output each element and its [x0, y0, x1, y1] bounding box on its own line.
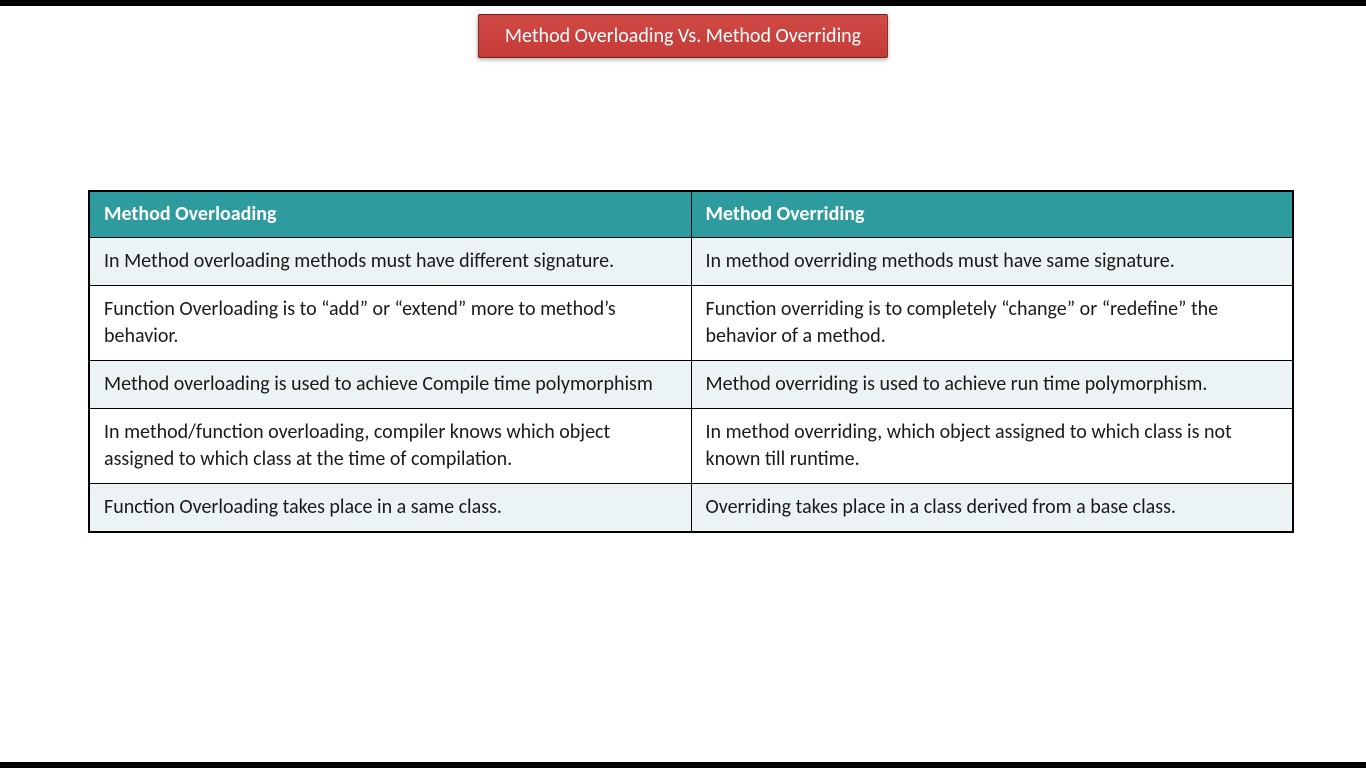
table-header-row: Method Overloading Method Overriding [89, 191, 1293, 237]
letterbox-bottom [0, 762, 1366, 768]
header-overloading: Method Overloading [89, 191, 691, 237]
cell-overriding: In method overriding methods must have s… [691, 237, 1293, 285]
cell-overloading: In method/function overloading, compiler… [89, 408, 691, 483]
cell-overloading: Function Overloading is to “add” or “ext… [89, 285, 691, 360]
cell-overriding: Overriding takes place in a class derive… [691, 483, 1293, 532]
cell-overloading: In Method overloading methods must have … [89, 237, 691, 285]
table-row: Function Overloading takes place in a sa… [89, 483, 1293, 532]
letterbox-top [0, 0, 1366, 6]
table-row: In method/function overloading, compiler… [89, 408, 1293, 483]
header-overriding: Method Overriding [691, 191, 1293, 237]
table-row: Function Overloading is to “add” or “ext… [89, 285, 1293, 360]
slide-title: Method Overloading Vs. Method Overriding [478, 14, 888, 58]
cell-overriding: Function overriding is to completely “ch… [691, 285, 1293, 360]
comparison-table: Method Overloading Method Overriding In … [88, 190, 1294, 533]
cell-overriding: Method overriding is used to achieve run… [691, 360, 1293, 408]
table-row: Method overloading is used to achieve Co… [89, 360, 1293, 408]
cell-overriding: In method overriding, which object assig… [691, 408, 1293, 483]
table-row: In Method overloading methods must have … [89, 237, 1293, 285]
cell-overloading: Method overloading is used to achieve Co… [89, 360, 691, 408]
cell-overloading: Function Overloading takes place in a sa… [89, 483, 691, 532]
